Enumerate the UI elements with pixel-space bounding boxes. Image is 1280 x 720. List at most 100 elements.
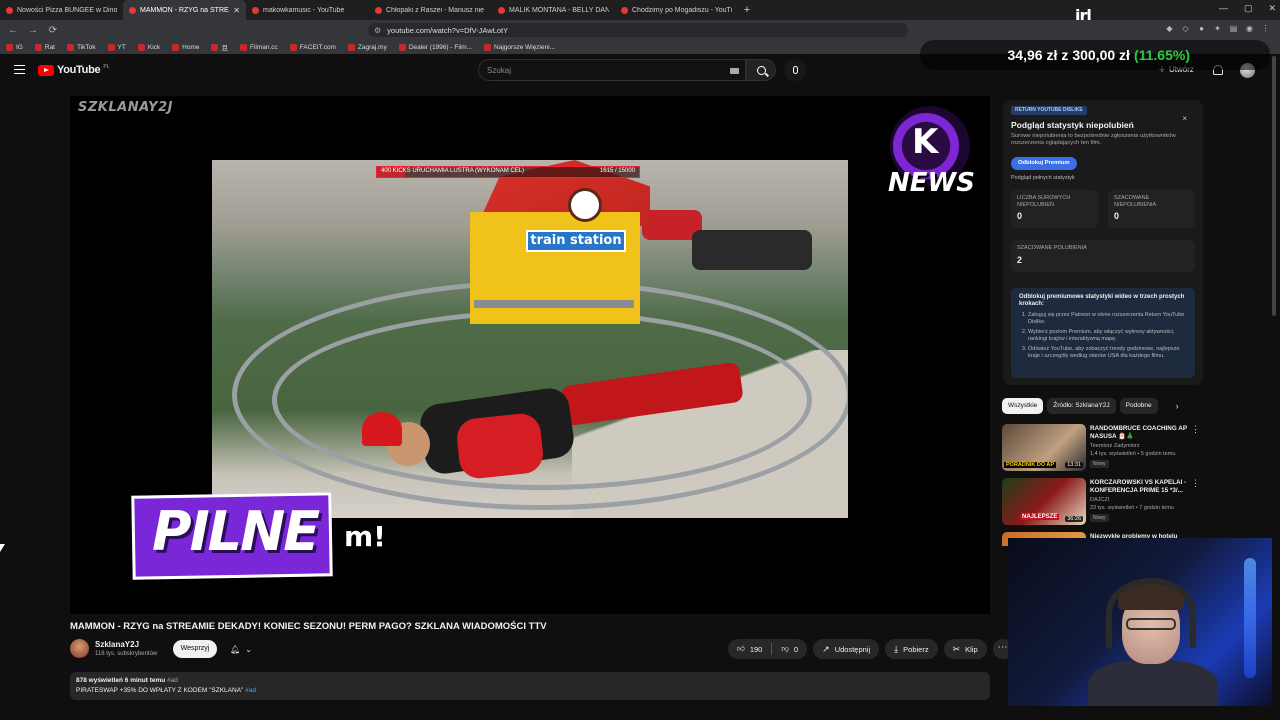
bookmark-icon: [347, 43, 355, 51]
close-tab-icon[interactable]: ✕: [233, 6, 240, 15]
bookmark-item[interactable]: IG: [6, 43, 23, 51]
dislike-count: 0: [793, 644, 799, 654]
person-lying: [362, 361, 744, 482]
return-youtube-dislike-panel: RETURN YOUTUBE DISLIKE × Podgląd statyst…: [1003, 100, 1203, 385]
thumbnail-caption: PORADNIK DO AP: [1004, 462, 1057, 468]
video-player[interactable]: SZKLANAY2J K NEWS train station 400 KICK…: [70, 96, 990, 614]
bookmark-item[interactable]: Rat: [34, 43, 55, 51]
hashtag-link[interactable]: #ad: [245, 687, 256, 694]
chip-related[interactable]: Podobne: [1119, 398, 1158, 414]
share-label: Udostępnij: [834, 644, 871, 654]
bookmark-item[interactable]: Kick: [137, 43, 160, 51]
hamburger-menu-icon[interactable]: [14, 65, 25, 74]
recommended-video[interactable]: PORADNIK DO AP 13:31 RANDOMBRUCE COACHIN…: [1002, 424, 1202, 474]
download-button[interactable]: ⤓ Pobierz: [885, 639, 938, 659]
recommended-channel[interactable]: Teemiorz Zadymiorz: [1090, 443, 1140, 449]
recommended-video[interactable]: NAJLEPSZE 36:26 KORCZAROWSKI VS KAPELAI …: [1002, 478, 1202, 528]
reload-icon[interactable]: ⟳: [46, 25, 60, 36]
bookmark-item[interactable]: Home: [172, 43, 199, 51]
maximize-icon[interactable]: ▢: [1244, 3, 1253, 14]
browser-tab-active[interactable]: MAMMON - RZYG na STREAMIE ✕: [123, 0, 246, 20]
video-duration: 13:31: [1065, 462, 1083, 468]
tab-title: makowkamusic - YouTube: [263, 6, 345, 14]
like-button[interactable]: 👍︎ 190: [728, 644, 771, 654]
profile-icon[interactable]: ◉: [1245, 24, 1254, 34]
voice-search-button[interactable]: [784, 59, 806, 81]
country-code: PL: [103, 64, 110, 70]
youtube-favicon-icon: [375, 6, 382, 14]
extension-icon[interactable]: ◆: [1165, 24, 1174, 34]
puzzle-icon[interactable]: ✦: [1213, 24, 1222, 34]
url-text: youtube.com/watch?v=DfV-JAwLotY: [387, 25, 509, 35]
share-button[interactable]: ↗ Udostępnij: [813, 639, 880, 659]
youtube-logo[interactable]: YouTube PL: [38, 64, 109, 76]
bookmark-item[interactable]: Filman.cc: [239, 43, 278, 51]
site-info-icon[interactable]: ⚙: [374, 26, 381, 35]
bookmark-item[interactable]: YT: [107, 43, 126, 51]
bookmark-icon: [484, 43, 492, 51]
clip-button[interactable]: ✂ Klip: [943, 639, 987, 659]
channel-name[interactable]: SzklanaY2J: [95, 640, 139, 649]
station-sign: train station: [526, 230, 626, 252]
bookmark-icon: [172, 43, 180, 51]
bookmark-item[interactable]: 且: [211, 42, 228, 52]
browser-tab[interactable]: Chłopaki z Raszei - Mariusz nie chce: [369, 0, 492, 20]
recommended-channel[interactable]: DAJCZI: [1090, 497, 1109, 503]
close-panel-icon[interactable]: ×: [1182, 114, 1187, 123]
bookmark-item[interactable]: Najgorsze Więzieni...: [484, 43, 555, 51]
unlock-premium-button[interactable]: Odblokuj Premium: [1011, 157, 1077, 170]
menu-icon[interactable]: ⋮: [1261, 24, 1270, 34]
dislike-button[interactable]: 👎︎ 0: [772, 644, 807, 654]
bookmark-item[interactable]: Dealer (1996) - Film...: [398, 43, 472, 51]
like-dislike-group: 👍︎ 190 👎︎ 0: [728, 639, 808, 659]
search-icon: [756, 65, 766, 75]
ad-tag[interactable]: #ad: [167, 677, 178, 684]
chip-all[interactable]: Wszystkie: [1002, 398, 1044, 414]
back-icon[interactable]: ←: [6, 25, 20, 36]
channel-avatar[interactable]: [70, 639, 89, 658]
video-thumbnail[interactable]: PORADNIK DO AP 13:31: [1002, 424, 1086, 471]
bookmark-label: FACEIT.com: [299, 43, 336, 51]
bookmark-item[interactable]: FACEIT.com: [289, 43, 336, 51]
video-duration: 36:26: [1065, 516, 1083, 522]
browser-tab[interactable]: Chodzimy po Mogadiszu - YouTube: [615, 0, 738, 20]
full-stats-link[interactable]: Podgląd pełnych statystyk: [1011, 175, 1075, 181]
premium-info-heading: Odblokuj premiumowe statystyki wideo w t…: [1019, 294, 1185, 307]
bookmark-item[interactable]: TikTok: [67, 43, 96, 51]
browser-tab[interactable]: makowkamusic - YouTube: [246, 0, 369, 20]
extension-icon[interactable]: ●: [1197, 24, 1206, 34]
news-logo: K NEWS: [888, 104, 975, 204]
premium-step: Zaloguj się przez Patreon w oknie rozsze…: [1028, 312, 1187, 325]
breaking-banner-text: PILNE: [152, 500, 320, 563]
keyboard-icon[interactable]: [730, 68, 739, 74]
chevron-right-icon[interactable]: ›: [1176, 401, 1179, 411]
url-field[interactable]: ⚙ youtube.com/watch?v=DfV-JAwLotY: [368, 23, 908, 37]
minimize-icon[interactable]: —: [1219, 3, 1228, 14]
recommended-title[interactable]: RANDOMBRUCE COACHING AP NASUSA 🎅🎄: [1090, 425, 1194, 440]
sidebar-icon[interactable]: ▤: [1229, 24, 1238, 34]
description-box[interactable]: 878 wyświetleń 6 minut temu #ad PIRATESW…: [70, 672, 990, 700]
browser-tab[interactable]: Nowości Pizza BUNGEE w Dino 🍕🎈: [0, 0, 123, 20]
search-button[interactable]: [746, 59, 776, 81]
browser-tab[interactable]: MALIK MONTANA - BELLY DANCE X: [492, 0, 615, 20]
support-button[interactable]: Wesprzyj: [173, 640, 217, 658]
views-line: 878 wyświetleń 6 minut temu #ad: [76, 677, 984, 684]
news-logo-text: NEWS: [888, 168, 975, 198]
new-tab-button[interactable]: +: [738, 4, 756, 16]
video-thumbnail[interactable]: NAJLEPSZE 36:26: [1002, 478, 1086, 525]
chip-source[interactable]: Źródło: SzklanaY2J: [1047, 398, 1116, 414]
more-options-icon[interactable]: ⋮: [1191, 424, 1200, 435]
subscription-bell-button[interactable]: 🔔︎ ⌄: [224, 640, 258, 658]
search-input[interactable]: Szukaj: [478, 59, 746, 81]
forward-icon[interactable]: →: [26, 25, 40, 36]
page-scrollbar[interactable]: [1272, 56, 1276, 316]
news-logo-k: K: [912, 122, 939, 162]
recommended-title[interactable]: KORCZAROWSKI VS KAPELAI - KONFERENCJA PR…: [1090, 479, 1194, 494]
bookmark-label: TikTok: [77, 43, 96, 51]
extension-icon[interactable]: ◇: [1181, 24, 1190, 34]
bookmark-icon: [398, 43, 406, 51]
bookmark-item[interactable]: Zagraj.my: [347, 43, 387, 51]
more-options-icon[interactable]: ⋮: [1191, 478, 1200, 489]
close-window-icon[interactable]: ✕: [1268, 3, 1276, 14]
donation-goal-overlay: 34,96 zł z 300,00 zł (11.65%): [920, 40, 1270, 70]
